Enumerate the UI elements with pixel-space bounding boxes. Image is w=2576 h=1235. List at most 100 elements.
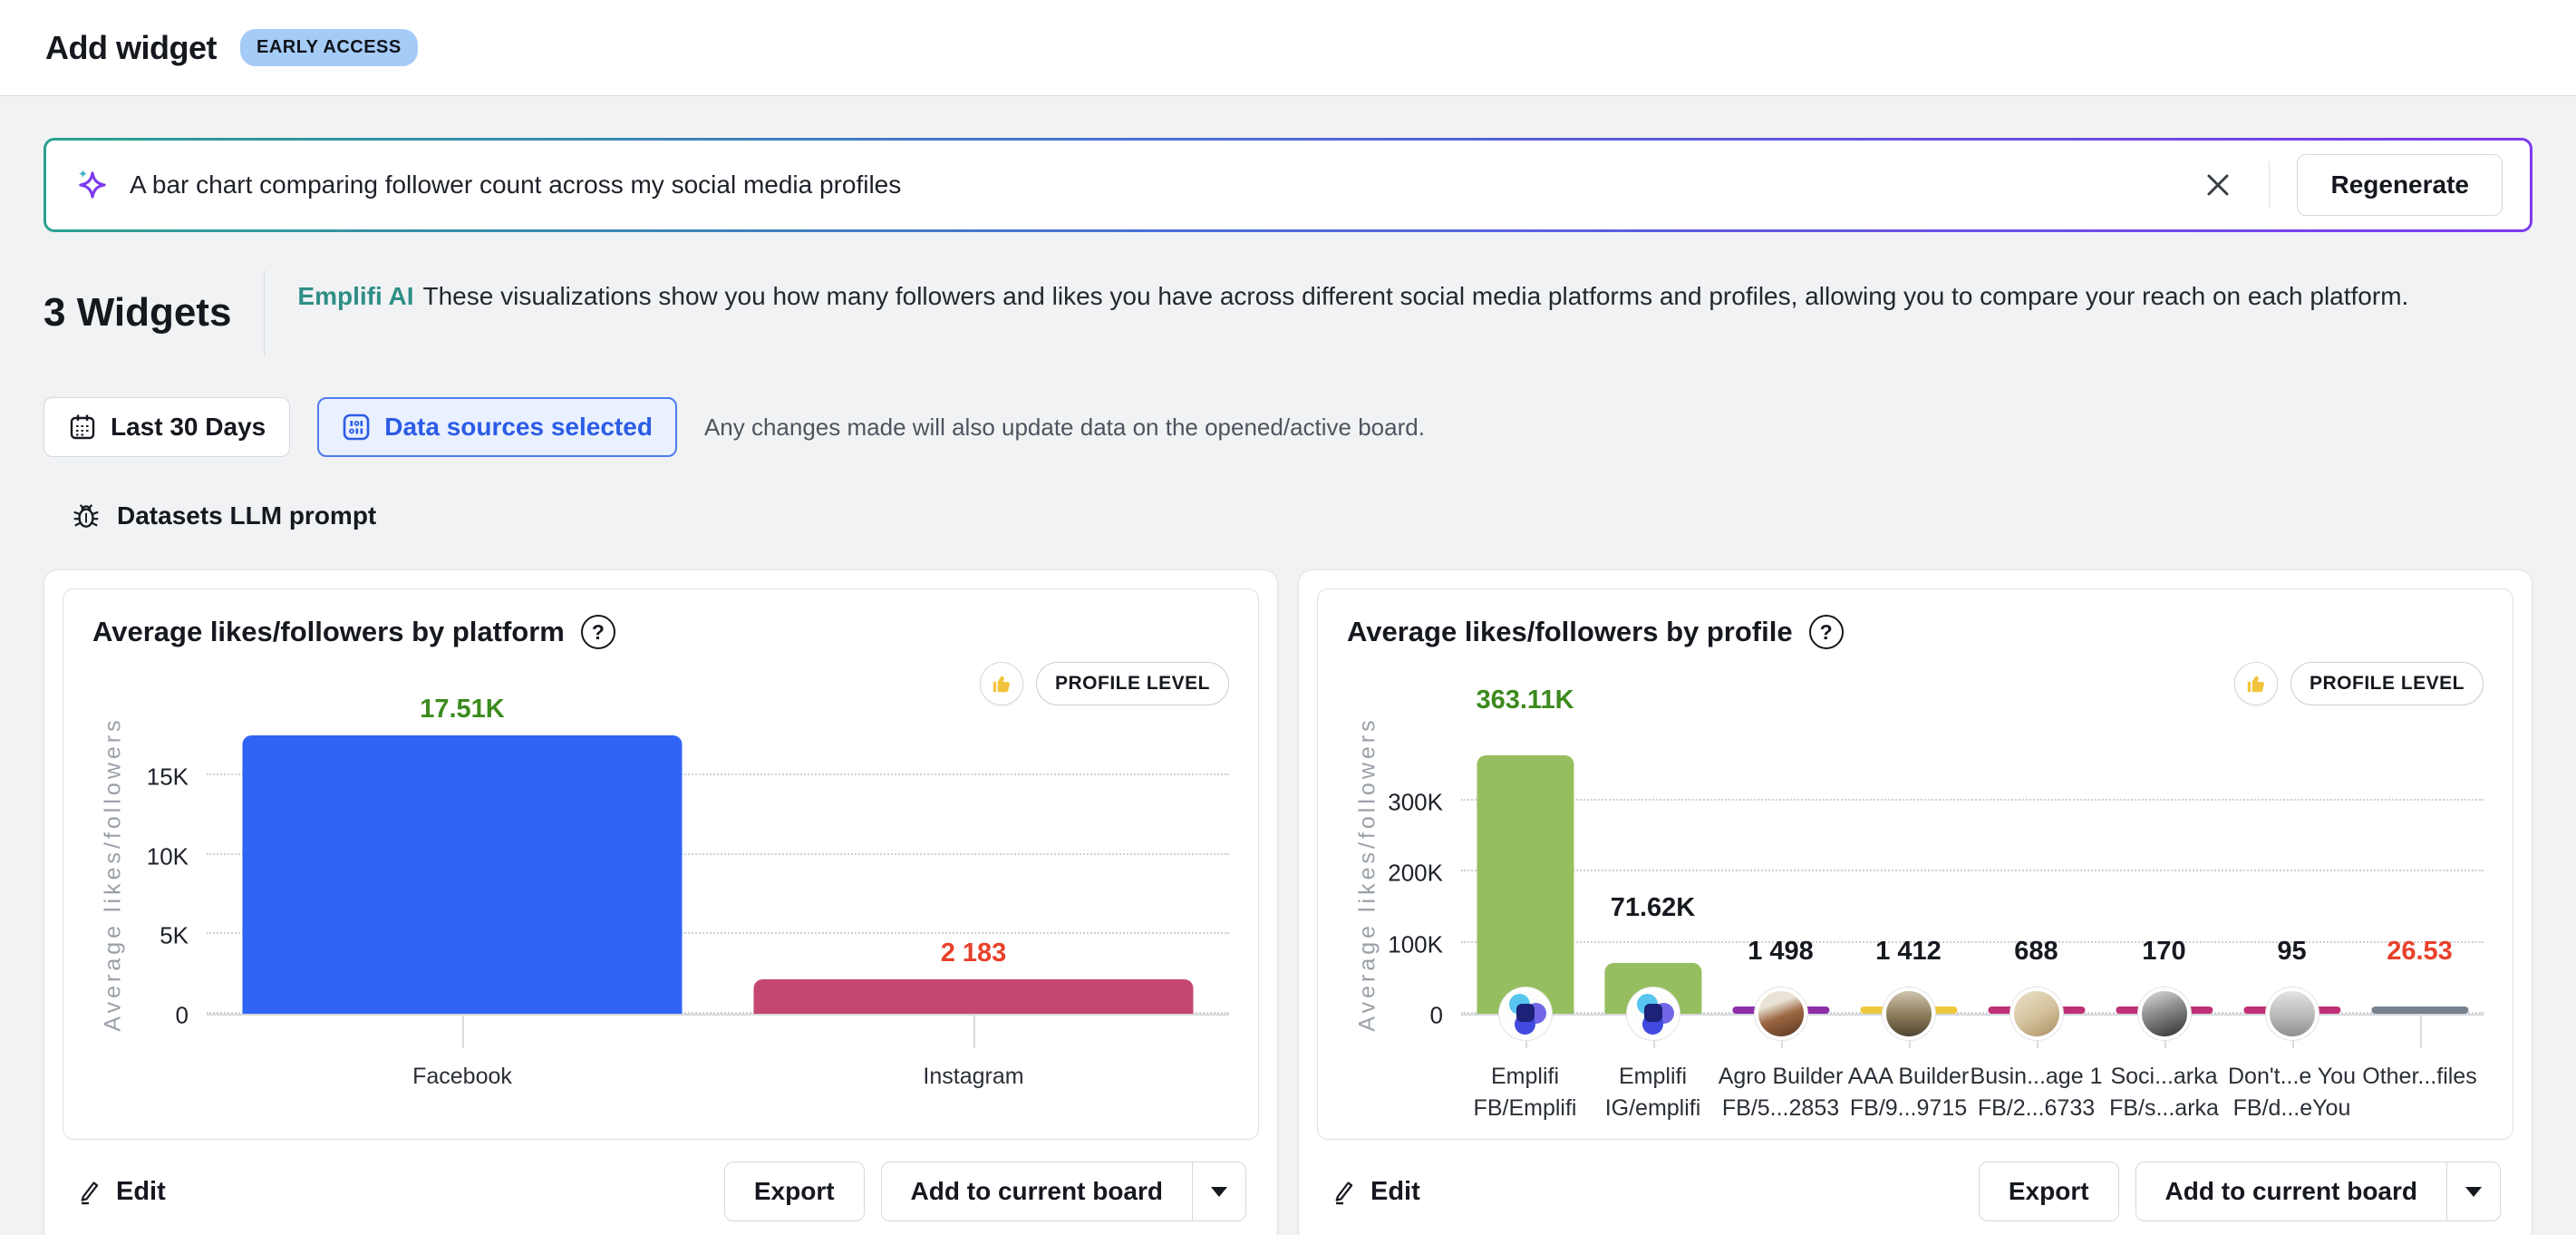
bug-icon xyxy=(71,501,102,531)
chevron-down-icon xyxy=(2465,1187,2482,1197)
chart-title: Average likes/followers by platform xyxy=(92,616,565,648)
export-button[interactable]: Export xyxy=(1979,1162,2119,1221)
data-sources-button[interactable]: Data sources selected xyxy=(317,397,677,457)
help-icon[interactable]: ? xyxy=(1809,615,1844,649)
bar-value-label: 2 183 xyxy=(615,938,1332,968)
bar-column: 688Busin...age 1FB/2...6733 xyxy=(1972,733,2100,1014)
date-range-button[interactable]: Last 30 Days xyxy=(44,397,290,457)
y-axis-tick-label: 100K xyxy=(1388,930,1443,958)
x-axis-category-label: Instagram xyxy=(656,1061,1290,1093)
widget-footer: Edit Export Add to current board xyxy=(63,1140,1259,1227)
bar-column: 95Don't...e YouFB/d...eYou xyxy=(2228,733,2356,1014)
regenerate-button[interactable]: Regenerate xyxy=(2297,154,2503,216)
prompt-input-value[interactable]: A bar chart comparing follower count acr… xyxy=(130,170,2198,199)
profile-avatar xyxy=(1883,987,1935,1040)
emplifi-logo-shape xyxy=(1644,1004,1662,1022)
bar-value-label: 17.51K xyxy=(104,695,820,724)
bar-value-label: 26.53 xyxy=(2330,937,2509,967)
chevron-down-icon xyxy=(1211,1187,1227,1197)
y-axis-tick-label: 300K xyxy=(1388,788,1443,816)
bar[interactable] xyxy=(753,979,1193,1014)
bar-chart-profile: Average likes/followers 0100K200K300K 36… xyxy=(1347,733,2484,1123)
close-icon xyxy=(2204,171,2232,199)
export-button[interactable]: Export xyxy=(724,1162,865,1221)
main-content: A bar chart comparing follower count acr… xyxy=(0,96,2576,1235)
profile-level-badge: PROFILE LEVEL xyxy=(2290,662,2484,705)
add-to-board-dropdown-button[interactable] xyxy=(2446,1162,2500,1220)
y-axis-ticks: 0100K200K300K xyxy=(1389,733,1461,1016)
bar-column: 170Soci...arkaFB/s...arka xyxy=(2100,733,2228,1014)
plot-area: 17.51KFacebook2 183Instagram xyxy=(207,733,1229,1016)
y-axis-tick-label: 0 xyxy=(176,1002,189,1030)
help-icon[interactable]: ? xyxy=(581,615,615,649)
data-sources-label: Data sources selected xyxy=(384,413,653,442)
divider xyxy=(2269,161,2270,209)
x-axis-tick xyxy=(973,1014,975,1048)
thumbs-up-icon xyxy=(2244,672,2268,695)
summary-row: 3 Widgets Emplifi AI These visualizations… xyxy=(44,270,2532,355)
pencil-icon xyxy=(1330,1177,1357,1206)
bar-column: 2 183Instagram xyxy=(718,733,1229,1014)
y-axis-label: Average likes/followers xyxy=(1355,716,1381,1031)
calendar-icon xyxy=(68,413,97,442)
emplifi-ai-label: Emplifi AI xyxy=(297,282,413,310)
bar-column: 26.53Other...files xyxy=(2356,733,2484,1014)
page-title: Add widget xyxy=(45,29,217,67)
profile-avatar xyxy=(2010,987,2063,1040)
chart-card: Average likes/followers by platform ? PR… xyxy=(63,588,1259,1140)
thumbs-up-badge xyxy=(2234,662,2278,705)
bar-column: 363.11KEmplifiFB/Emplifi xyxy=(1461,733,1589,1014)
ai-description: Emplifi AI These visualizations show you … xyxy=(297,270,2408,355)
y-axis-tick-label: 0 xyxy=(1430,1002,1443,1030)
widget-footer: Edit Export Add to current board xyxy=(1317,1140,2513,1227)
widgets-row: Average likes/followers by platform ? PR… xyxy=(44,569,2532,1235)
x-axis-category-label: Other...files xyxy=(2340,1061,2499,1093)
bar-column: 71.62KEmplifiIG/emplifi xyxy=(1589,733,1717,1014)
add-to-board-dropdown-button[interactable] xyxy=(1192,1162,1245,1220)
data-sources-icon xyxy=(342,413,371,442)
y-axis-label: Average likes/followers xyxy=(101,716,127,1031)
edit-button[interactable]: Edit xyxy=(75,1177,166,1207)
divider xyxy=(264,270,265,355)
date-range-label: Last 30 Days xyxy=(111,413,266,442)
profile-avatar xyxy=(1627,987,1680,1040)
profile-avatar xyxy=(2138,987,2191,1040)
add-to-board-button[interactable]: Add to current board xyxy=(2136,1162,2446,1220)
plot-area: 363.11KEmplifiFB/Emplifi71.62KEmplifiIG/… xyxy=(1461,733,2484,1016)
add-to-board-split-button: Add to current board xyxy=(881,1162,1246,1221)
emplifi-logo-shape xyxy=(1516,1004,1535,1022)
widget-panel-platform: Average likes/followers by platform ? PR… xyxy=(44,569,1278,1235)
bar[interactable] xyxy=(1477,755,1574,1014)
clear-prompt-button[interactable] xyxy=(2198,165,2238,205)
y-axis-ticks: 05K10K15K xyxy=(134,733,207,1016)
bar[interactable] xyxy=(2371,1006,2468,1014)
profile-avatar xyxy=(1499,987,1552,1040)
profile-avatar xyxy=(1755,987,1807,1040)
bar[interactable] xyxy=(242,735,682,1014)
early-access-badge: EARLY ACCESS xyxy=(240,29,418,66)
edit-label: Edit xyxy=(116,1177,166,1207)
page-header: Add widget EARLY ACCESS xyxy=(0,0,2576,96)
toolbar: Last 30 Days Data sources selected Any c… xyxy=(44,397,2532,457)
sparkle-ai-icon xyxy=(73,166,111,204)
edit-button[interactable]: Edit xyxy=(1330,1177,1420,1207)
bar-value-label: 363.11K xyxy=(1436,686,1614,715)
add-to-board-button[interactable]: Add to current board xyxy=(882,1162,1192,1220)
bar-column: 1 412AAA BuilderFB/9...9715 xyxy=(1845,733,1972,1014)
ai-description-text: These visualizations show you how many f… xyxy=(423,282,2409,310)
profile-avatar xyxy=(2266,987,2319,1040)
chart-title: Average likes/followers by profile xyxy=(1347,616,1793,648)
y-axis-tick-label: 15K xyxy=(147,763,189,792)
profile-level-badge: PROFILE LEVEL xyxy=(1036,662,1229,705)
bar-column: 17.51KFacebook xyxy=(207,733,718,1014)
add-to-board-split-button: Add to current board xyxy=(2135,1162,2501,1221)
y-axis-tick-label: 200K xyxy=(1388,860,1443,888)
datasets-llm-prompt-button[interactable]: Datasets LLM prompt xyxy=(71,501,376,531)
thumbs-up-badge xyxy=(980,662,1023,705)
widget-count: 3 Widgets xyxy=(44,270,231,355)
ai-prompt-bar[interactable]: A bar chart comparing follower count acr… xyxy=(44,138,2532,232)
bar-value-label: 71.62K xyxy=(1564,893,1742,923)
datasets-llm-prompt-label: Datasets LLM prompt xyxy=(117,501,376,530)
toolbar-note: Any changes made will also update data o… xyxy=(704,413,1425,442)
x-axis-tick xyxy=(2420,1014,2422,1048)
